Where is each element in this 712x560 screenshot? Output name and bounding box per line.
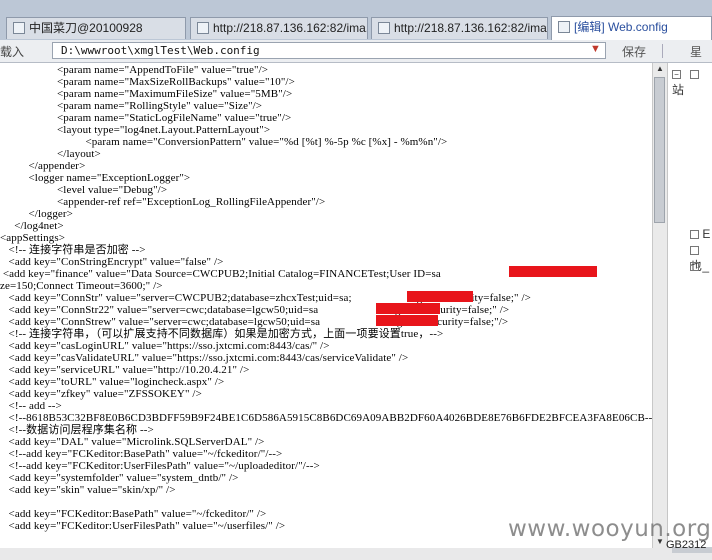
code-line: <level value="Debug"/> bbox=[0, 184, 168, 196]
tree-item-label: 站 bbox=[672, 83, 685, 97]
code-line: ze=150;Connect Timeout=3600;" /> bbox=[0, 280, 163, 292]
code-line: <!-- 连接字符串，（可以扩展支持不同数据库）如果是加密方式，上面一项要设置t… bbox=[0, 328, 444, 340]
editor-toolbar: 载入 D:\wwwroot\xmglTest\Web.config ▼ 保存 星… bbox=[0, 40, 712, 76]
code-line: <add key="toURL" value="logincheck.aspx"… bbox=[0, 376, 225, 388]
code-line: <add key="systemfolder" value="system_dn… bbox=[0, 472, 239, 484]
code-line: <param name="ConversionPattern" value="%… bbox=[0, 136, 448, 148]
checkbox-icon[interactable] bbox=[690, 70, 700, 80]
code-line: <add key="finance" value="Data Source=CW… bbox=[0, 268, 571, 280]
file-path-input[interactable]: D:\wwwroot\xmglTest\Web.config bbox=[52, 42, 606, 59]
code-line: <appSettings> bbox=[0, 232, 66, 244]
redaction-mark bbox=[376, 315, 438, 326]
tree-item[interactable]: _ bbox=[690, 259, 709, 273]
code-line: <add key="serviceURL" value="http://10.2… bbox=[0, 364, 250, 376]
vertical-scrollbar[interactable]: ▲ ▼ bbox=[652, 63, 667, 548]
code-line: <!--add key="FCKeditor:UserFilesPath" va… bbox=[0, 460, 320, 472]
code-line: </layout> bbox=[0, 148, 101, 160]
code-line: <!--数据访问层程序集名称 --> bbox=[0, 424, 154, 436]
app-icon bbox=[13, 22, 25, 34]
redaction-mark bbox=[376, 303, 440, 314]
code-line: <logger name="ExceptionLogger"> bbox=[0, 172, 191, 184]
load-button[interactable]: 载入 bbox=[0, 43, 24, 60]
tab-label: [编辑] Web.config bbox=[574, 20, 668, 34]
tab-bar: 中国菜刀@20100928 http://218.87.136.162:82/i… bbox=[0, 0, 712, 41]
tab-label: http://218.87.136.162:82/ima... bbox=[394, 21, 548, 35]
code-line: <add key="FCKeditor:UserFilesPath" value… bbox=[0, 520, 286, 532]
tab-url-2[interactable]: http://218.87.136.162:82/ima... bbox=[371, 17, 548, 39]
chevron-down-icon[interactable]: ▼ bbox=[590, 43, 601, 55]
code-line: <add key="casValidateURL" value="https:/… bbox=[0, 352, 409, 364]
code-line: <param name="MaxSizeRollBackups" value="… bbox=[0, 76, 295, 88]
code-line: <add key="casLoginURL" value="https://ss… bbox=[0, 340, 330, 352]
tree-item-label: E bbox=[702, 227, 711, 241]
code-line: <add key="DAL" value="Microlink.SQLServe… bbox=[0, 436, 265, 448]
page-icon bbox=[197, 22, 209, 34]
code-line: <layout type="log4net.Layout.PatternLayo… bbox=[0, 124, 271, 136]
code-line: </log4net> bbox=[0, 220, 64, 232]
page-icon bbox=[378, 22, 390, 34]
code-editor[interactable]: <param name="AppendToFile" value="true"/… bbox=[0, 63, 652, 548]
edit-icon bbox=[558, 21, 570, 33]
save-button[interactable]: 保存 bbox=[622, 43, 646, 60]
tab-label: 中国菜刀@20100928 bbox=[29, 21, 143, 35]
code-line: <add key="ConStringEncrypt" value="false… bbox=[0, 256, 224, 268]
code-line: <!--8618B53C32BF8E0B6CD3BDFF59B9F24BE1C6… bbox=[0, 412, 652, 424]
scroll-up-icon[interactable]: ▲ bbox=[653, 63, 667, 75]
tree-item[interactable]: E bbox=[690, 227, 710, 241]
code-line: <!-- add --> bbox=[0, 400, 62, 412]
encoding-status: GB2312 bbox=[666, 539, 707, 551]
collapse-icon[interactable]: − bbox=[672, 70, 681, 80]
tree-panel: − 站 E 也 _ bbox=[667, 63, 712, 548]
tab-label: http://218.87.136.162:82/ima... bbox=[213, 21, 368, 35]
code-line: <add key="zfkey" value="ZFSSOKEY" /> bbox=[0, 388, 202, 400]
code-line: <!--add key="FCKeditor:BasePath" value="… bbox=[0, 448, 283, 460]
code-line: </logger> bbox=[0, 208, 73, 220]
tree-item[interactable]: − 站 bbox=[672, 67, 712, 98]
code-line: <param name="MaximumFileSize" value="5MB… bbox=[0, 88, 293, 100]
refresh-icon bbox=[690, 246, 699, 256]
code-line: <param name="AppendToFile" value="true"/… bbox=[0, 64, 269, 76]
file-icon bbox=[690, 262, 699, 272]
code-line: </appender> bbox=[0, 160, 86, 172]
code-line: <add key="skin" value="skin/xp/" /> bbox=[0, 484, 176, 496]
tab-edit-webconfig[interactable]: [编辑] Web.config bbox=[551, 16, 712, 40]
toolbar-divider bbox=[662, 44, 663, 58]
tab-url-1[interactable]: http://218.87.136.162:82/ima... bbox=[190, 17, 368, 39]
code-line: <param name="StaticLogFileName" value="t… bbox=[0, 112, 292, 124]
redaction-mark bbox=[509, 266, 597, 277]
code-line: <param name="RollingStyle" value="Size"/… bbox=[0, 100, 263, 112]
folder-icon bbox=[690, 230, 699, 240]
tree-item-label: _ bbox=[702, 259, 710, 273]
code-line: <appender-ref ref="ExceptionLog_RollingF… bbox=[0, 196, 326, 208]
bottom-bar bbox=[0, 548, 712, 560]
scrollbar-thumb[interactable] bbox=[654, 77, 665, 223]
code-line: <add key="FCKeditor:BasePath" value="~/f… bbox=[0, 508, 267, 520]
code-line: <!-- 连接字符串是否加密 --> bbox=[0, 244, 146, 256]
redaction-mark bbox=[407, 291, 473, 302]
tab-chopper[interactable]: 中国菜刀@20100928 bbox=[6, 17, 186, 39]
